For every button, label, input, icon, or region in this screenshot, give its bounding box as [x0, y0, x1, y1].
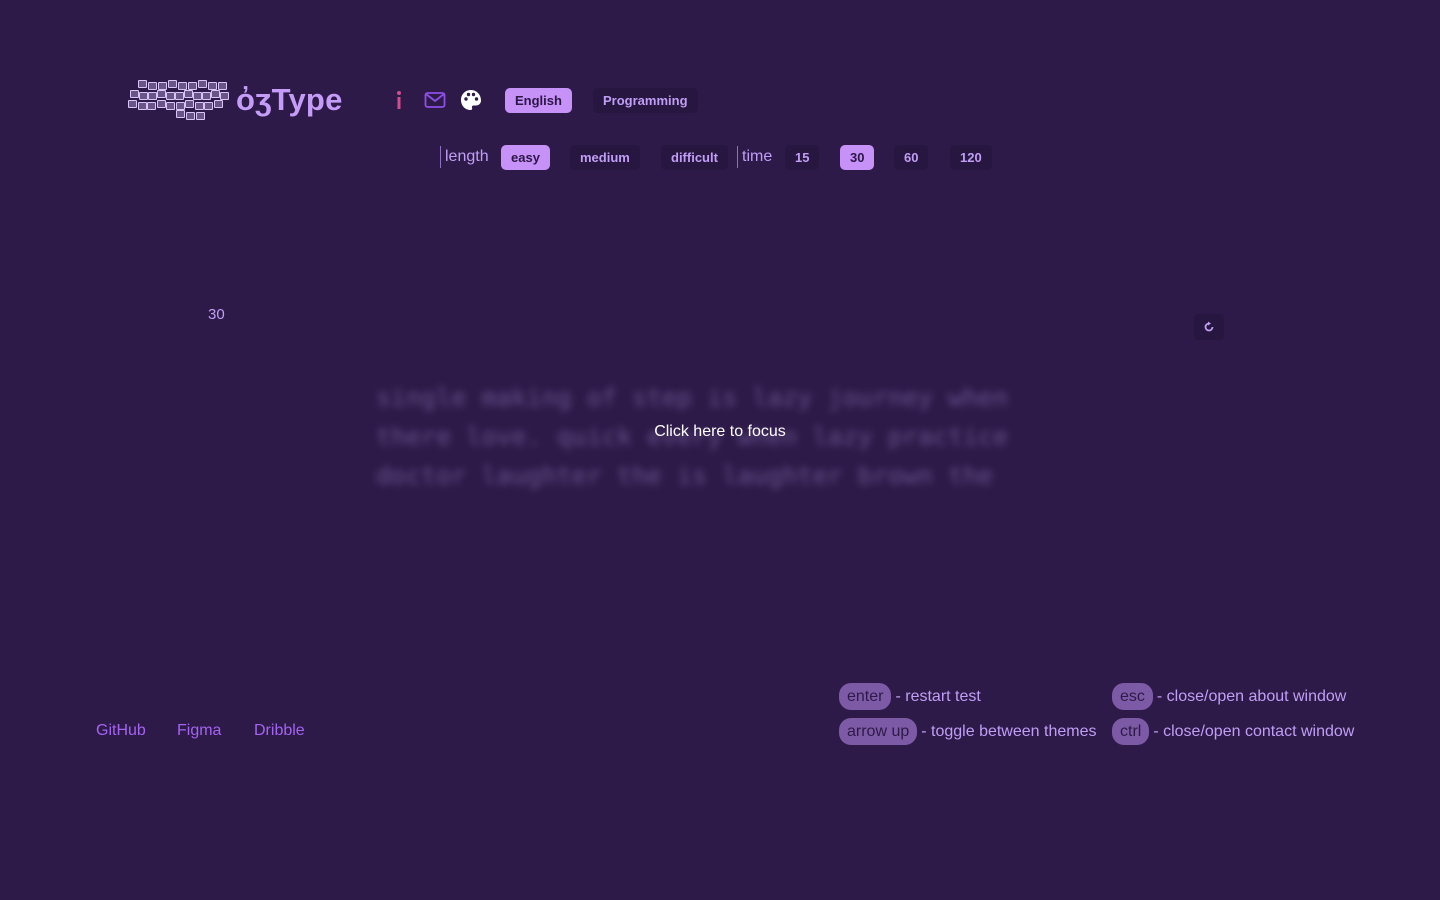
logo-key: [148, 92, 157, 100]
timer-display: 30: [208, 306, 225, 323]
logo-key: [213, 100, 223, 108]
logo-key: [185, 100, 194, 108]
key-esc: esc: [1112, 683, 1153, 710]
keyboard-logo-icon: [128, 78, 229, 122]
dribble-link[interactable]: Dribble: [254, 722, 305, 740]
logo-key: [175, 92, 184, 100]
logo-key: [208, 82, 217, 90]
hint-text: - restart test: [895, 687, 981, 705]
key-ctrl: ctrl: [1112, 718, 1150, 745]
logo-key: [148, 82, 157, 90]
time-30-button[interactable]: 30: [840, 145, 875, 170]
palette-icon: [461, 90, 481, 110]
logo-text: ὀʒType: [236, 82, 343, 117]
app-page: ὀʒType English Programming length easy m…: [0, 0, 1440, 900]
hint-esc: esc - close/open about window: [1112, 683, 1346, 710]
logo-key: [137, 102, 147, 110]
key-enter: enter: [839, 683, 892, 710]
logo-key: [128, 100, 137, 108]
logo-key: [175, 102, 185, 110]
logo-key: [194, 102, 204, 110]
logo-key: [166, 92, 175, 100]
length-easy-button[interactable]: easy: [501, 145, 550, 170]
restart-button[interactable]: [1194, 314, 1224, 340]
logo-key: [157, 90, 166, 98]
logo-key: [220, 92, 229, 100]
logo-key: [156, 100, 166, 108]
logo-key: [139, 92, 148, 100]
logo-key: [186, 112, 195, 120]
hint-arrow-up: arrow up - toggle between themes: [839, 718, 1096, 745]
time-label: time: [737, 146, 772, 168]
logo-key: [166, 102, 175, 110]
hint-text: - close/open contact window: [1153, 722, 1355, 740]
restart-icon: [1204, 321, 1214, 332]
logo-key: [204, 102, 213, 110]
logo-key: [168, 80, 177, 88]
info-icon: [397, 91, 401, 109]
logo-key: [178, 82, 187, 90]
text-line: doctor laughter the is laughter brown th…: [376, 461, 994, 490]
github-link[interactable]: GitHub: [96, 722, 146, 740]
logo-key: [188, 82, 197, 90]
language-programming-button[interactable]: Programming: [593, 88, 698, 113]
focus-message[interactable]: Click here to focus: [0, 423, 1440, 441]
contact-button[interactable]: [423, 88, 447, 112]
key-arrow-up: arrow up: [839, 718, 918, 745]
length-difficult-button[interactable]: difficult: [661, 145, 728, 170]
logo-key: [147, 102, 156, 110]
hint-text: - close/open about window: [1156, 687, 1347, 705]
logo-key: [196, 112, 205, 120]
language-english-button[interactable]: English: [505, 88, 572, 113]
logo[interactable]: ὀʒType: [128, 76, 343, 124]
logo-key: [184, 90, 193, 98]
figma-link[interactable]: Figma: [177, 722, 221, 740]
logo-key: [218, 82, 227, 90]
length-label: length: [440, 146, 489, 168]
time-15-button[interactable]: 15: [785, 145, 820, 170]
logo-key: [193, 92, 202, 100]
logo-key: [198, 80, 207, 88]
logo-key: [130, 90, 139, 98]
logo-key: [176, 110, 185, 118]
length-medium-button[interactable]: medium: [570, 145, 640, 170]
hint-enter: enter - restart test: [839, 683, 981, 710]
info-button[interactable]: [387, 88, 411, 112]
theme-button[interactable]: [459, 88, 483, 112]
logo-key: [158, 82, 167, 90]
hint-ctrl: ctrl - close/open contact window: [1112, 718, 1354, 745]
logo-key: [138, 80, 147, 88]
hint-text: - toggle between themes: [921, 722, 1097, 740]
time-120-button[interactable]: 120: [950, 145, 992, 170]
logo-key: [211, 90, 220, 98]
time-60-button[interactable]: 60: [894, 145, 929, 170]
logo-key: [202, 92, 211, 100]
mail-icon: [424, 92, 446, 108]
text-line: single making of step is lazy journey wh…: [376, 383, 1009, 412]
